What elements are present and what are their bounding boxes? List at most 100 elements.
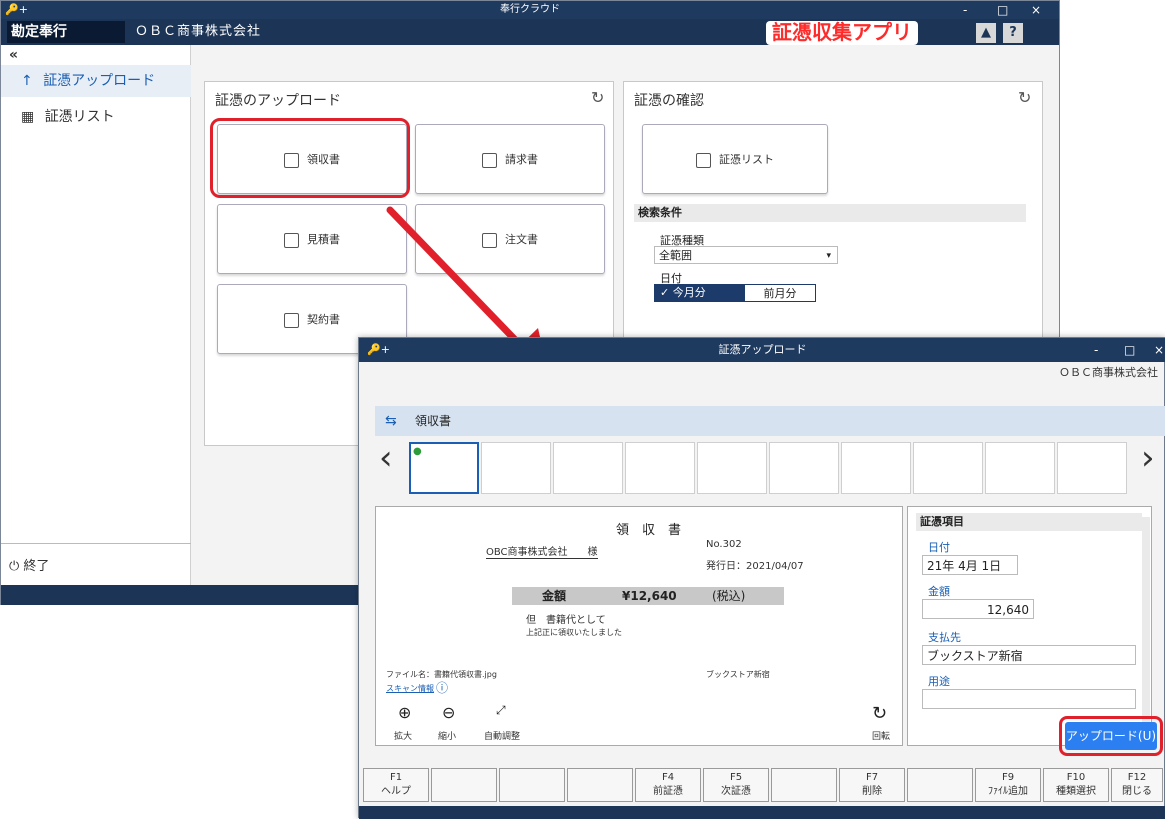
minimize-button[interactable]: - — [963, 1, 967, 19]
scrollbar[interactable] — [1142, 517, 1150, 737]
fkey-empty — [431, 768, 497, 802]
receipt-date: 発行日：2021/04/07 — [706, 561, 804, 572]
table-icon — [696, 152, 711, 168]
amount-label: 金額 — [928, 585, 950, 598]
receipt-preview: 領 収 書 OBC商事株式会社 様 No.302 発行日：2021/04/07 … — [375, 506, 903, 746]
payee-label: 支払先 — [928, 631, 961, 644]
zoom-in-icon[interactable]: ⊕ — [398, 703, 411, 722]
exit-button[interactable]: ⏻ 終了 — [9, 555, 49, 574]
thumbnail[interactable] — [841, 442, 911, 494]
rotate-icon[interactable]: ↻ — [872, 703, 887, 724]
voucher-list-button[interactable]: 証憑リスト — [642, 124, 828, 194]
type-select[interactable]: 全範囲 ▾ — [654, 246, 838, 264]
zoom-out-icon[interactable]: ⊖ — [442, 703, 455, 722]
date-this-month[interactable]: ✓ 今月分 — [654, 284, 744, 302]
close-button[interactable]: × — [1154, 338, 1164, 362]
items-title: 証憑項目 — [916, 513, 1142, 531]
thumbnail[interactable] — [553, 442, 623, 494]
receipt-memo: 但 書籍代として — [526, 615, 606, 626]
sidebar: « ↑ 証憑アップロード ▦ 証憑リスト ⏻ 終了 — [1, 45, 191, 595]
voucher-items-panel: 証憑項目 日付 21年 4月 1日 金額 12,640 支払先 ブックストア新宿… — [907, 506, 1152, 746]
fkey-f9[interactable]: F9 ﾌｧｲﾙ追加 — [975, 768, 1041, 802]
divider — [1, 543, 191, 544]
list-icon: ▦ — [21, 109, 35, 125]
invoice-icon — [482, 152, 497, 168]
amount-bar: 金額 ¥12,640 (税込) — [512, 587, 784, 605]
sidebar-item-upload[interactable]: ↑ 証憑アップロード — [1, 65, 191, 97]
purpose-label: 用途 — [928, 675, 950, 688]
minimize-button[interactable]: - — [1094, 338, 1098, 362]
thumbnail[interactable] — [913, 442, 983, 494]
help-icon[interactable]: ? — [1003, 23, 1023, 43]
payee-field[interactable]: ブックストア新宿 — [922, 645, 1136, 665]
sidebar-item-list[interactable]: ▦ 証憑リスト — [1, 101, 191, 133]
upload-title: 証憑アップロード — [718, 343, 807, 356]
upload-titlebar: 🔑+ 証憑アップロード - □ × — [359, 338, 1165, 362]
close-button[interactable]: × — [1031, 1, 1041, 19]
thumbnail[interactable] — [697, 442, 767, 494]
fkey-empty — [499, 768, 565, 802]
rotate-label: 回転 — [872, 732, 891, 742]
fkey-empty — [771, 768, 837, 802]
collapse-icon[interactable]: « — [9, 47, 18, 63]
receipt-no: No.302 — [706, 539, 742, 550]
info-icon[interactable]: ⓘ — [436, 679, 448, 696]
user-icon[interactable]: ▲ — [976, 23, 996, 43]
doc-type-label: 領収書 — [415, 414, 452, 428]
maximize-button[interactable]: □ — [997, 1, 1008, 19]
panel-title: 証憑のアップロード — [215, 93, 341, 109]
fkey-f5[interactable]: F5 次証憑 — [703, 768, 769, 802]
chevron-down-icon: ▾ — [826, 251, 831, 261]
sidebar-item-label: 証憑リスト — [44, 109, 115, 125]
thumbnail[interactable]: ● — [409, 442, 479, 494]
maximize-button[interactable]: □ — [1124, 338, 1135, 362]
fkey-empty — [907, 768, 973, 802]
fkey-f12[interactable]: F12 閉じる — [1111, 768, 1163, 802]
company-name: ＯＢＣ商事株式会社 — [1059, 366, 1158, 379]
zoom-in-label: 拡大 — [394, 732, 413, 742]
upload-icon: ↑ — [21, 73, 33, 89]
zoom-out-label: 縮小 — [438, 732, 457, 742]
date-field[interactable]: 21年 4月 1日 — [922, 555, 1018, 575]
receipt-heading: 領 収 書 — [616, 523, 682, 538]
fkey-empty — [567, 768, 633, 802]
invoice-button[interactable]: 請求書 — [415, 124, 605, 194]
refresh-icon[interactable]: ↻ — [1018, 88, 1031, 107]
company-name: ＯＢＣ商事株式会社 — [135, 24, 262, 39]
date-last-month[interactable]: 前月分 — [744, 284, 816, 302]
fkey-f10[interactable]: F10 種類選択 — [1043, 768, 1109, 802]
amount-field[interactable]: 12,640 — [922, 599, 1034, 619]
date-label: 日付 — [928, 541, 950, 554]
auto-adjust-label: 自動調整 — [484, 732, 521, 742]
check-icon: ● — [413, 446, 422, 457]
thumbnail[interactable] — [481, 442, 551, 494]
next-arrow-icon[interactable]: › — [1141, 438, 1155, 478]
thumbnail[interactable] — [625, 442, 695, 494]
brand-logo: 勘定奉行 — [7, 21, 125, 43]
refresh-icon[interactable]: ↻ — [591, 88, 604, 107]
switch-icon[interactable]: ⇆ — [385, 406, 397, 436]
fkey-f4[interactable]: F4 前証憑 — [635, 768, 701, 802]
prev-arrow-icon[interactable]: ‹ — [379, 438, 393, 478]
receipt-received: 上記正に領収いたしました — [526, 628, 622, 637]
thumbnail[interactable] — [1057, 442, 1127, 494]
estimate-icon — [284, 232, 299, 248]
shop-name: ブックストア新宿 — [706, 670, 770, 679]
thumbnail[interactable] — [769, 442, 839, 494]
sidebar-item-label: 証憑アップロード — [43, 73, 156, 89]
fit-icon[interactable]: ⤢ — [496, 703, 506, 718]
upload-highlight — [1059, 716, 1163, 756]
window-title: 奉行クラウド — [500, 4, 560, 15]
purpose-field[interactable] — [922, 689, 1136, 709]
scan-info-link[interactable]: スキャン情報 — [386, 683, 434, 694]
thumbnail[interactable] — [985, 442, 1055, 494]
brand-bar: 勘定奉行 ＯＢＣ商事株式会社 証憑収集アプリ ▲ ? — [1, 19, 1059, 45]
bottom-bar — [359, 806, 1165, 819]
search-conditions-title: 検索条件 — [634, 204, 1026, 222]
fkey-f7[interactable]: F7 削除 — [839, 768, 905, 802]
fkey-f1[interactable]: F1 ヘルプ — [363, 768, 429, 802]
estimate-button[interactable]: 見積書 — [217, 204, 407, 274]
selected-highlight — [210, 118, 410, 198]
panel-title: 証憑の確認 — [634, 93, 704, 109]
contract-icon — [284, 312, 299, 328]
